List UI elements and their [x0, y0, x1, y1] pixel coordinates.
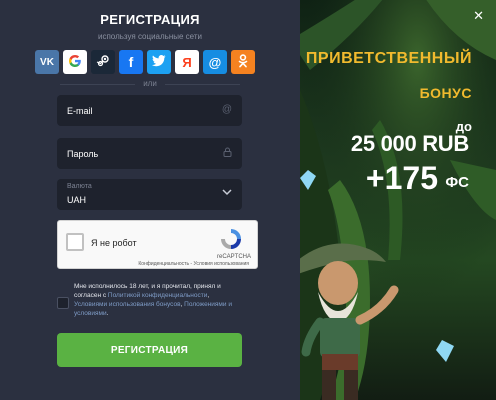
or-label: или — [135, 79, 165, 88]
or-divider: или — [0, 79, 300, 88]
recaptcha-checkbox[interactable] — [66, 233, 84, 251]
promo-banner: ✕ ПРИВЕТСТВЕННЫЙ БОНУС до 25 000 RUB +17… — [300, 0, 496, 400]
twitter-icon — [152, 54, 166, 70]
google-icon — [68, 54, 82, 71]
terms-text: Мне исполнилось 18 лет, и я прочитал, пр… — [74, 282, 244, 318]
email-placeholder: E-mail — [67, 106, 93, 116]
social-subtitle: используя социальные сети — [98, 32, 202, 41]
yandex-button[interactable]: Я — [175, 50, 199, 74]
recaptcha-brand: reCAPTCHA — [216, 254, 251, 260]
recaptcha-label: Я не робот — [91, 238, 137, 248]
privacy-policy-link[interactable]: Политикой конфиденциальности — [108, 292, 207, 299]
promo-free-spins-count: +175 — [365, 160, 438, 196]
twitter-button[interactable] — [147, 50, 171, 74]
register-button[interactable]: РЕГИСТРАЦИЯ — [57, 333, 242, 367]
steam-button[interactable] — [91, 50, 115, 74]
recaptcha-links[interactable]: Конфиденциальность - Условия использован… — [138, 261, 249, 267]
email-field[interactable]: E-mail @ — [57, 95, 242, 126]
terms-checkbox[interactable] — [57, 297, 69, 309]
odnoklassniki-icon — [237, 53, 249, 71]
steam-icon — [96, 54, 110, 71]
yandex-icon: Я — [182, 54, 192, 70]
promo-title: ПРИВЕТСТВЕННЫЙ — [305, 50, 472, 67]
registration-form-panel: РЕГИСТРАЦИЯ используя социальные сети VK — [0, 0, 300, 400]
close-icon[interactable]: ✕ — [473, 8, 484, 24]
currency-label: Валюта — [67, 183, 92, 190]
social-buttons: VK f Я @ — [35, 50, 267, 74]
facebook-button[interactable]: f — [119, 50, 143, 74]
chevron-down-icon — [222, 188, 232, 199]
recaptcha-widget: Я не робот reCAPTCHA Конфиденциальность … — [57, 220, 258, 269]
recaptcha-logo-icon — [219, 227, 243, 256]
bonus-terms-link[interactable]: Условиями использования бонусов — [74, 301, 181, 308]
vk-button[interactable]: VK — [35, 50, 59, 74]
mailru-button[interactable]: @ — [203, 50, 227, 74]
password-placeholder: Пароль — [67, 149, 99, 159]
terms-end: . — [106, 310, 109, 317]
facebook-icon: f — [128, 54, 134, 70]
currency-select[interactable]: Валюта UAH — [57, 179, 242, 210]
promo-bonus-word: БОНУС — [419, 85, 472, 101]
form-title: РЕГИСТРАЦИЯ — [100, 12, 200, 27]
vk-icon: VK — [40, 56, 54, 68]
odnoklassniki-button[interactable] — [231, 50, 255, 74]
terms-sep-2: , — [180, 301, 183, 308]
promo-free-spins-label: ФС — [445, 174, 469, 191]
currency-value: UAH — [67, 195, 87, 205]
google-button[interactable] — [63, 50, 87, 74]
mailru-icon: @ — [208, 54, 222, 70]
terms-sep-1: , — [207, 292, 210, 299]
at-icon: @ — [221, 104, 232, 115]
promo-amount: 25 000 RUB — [350, 131, 469, 156]
lock-icon — [223, 147, 232, 160]
password-field[interactable]: Пароль — [57, 138, 242, 169]
